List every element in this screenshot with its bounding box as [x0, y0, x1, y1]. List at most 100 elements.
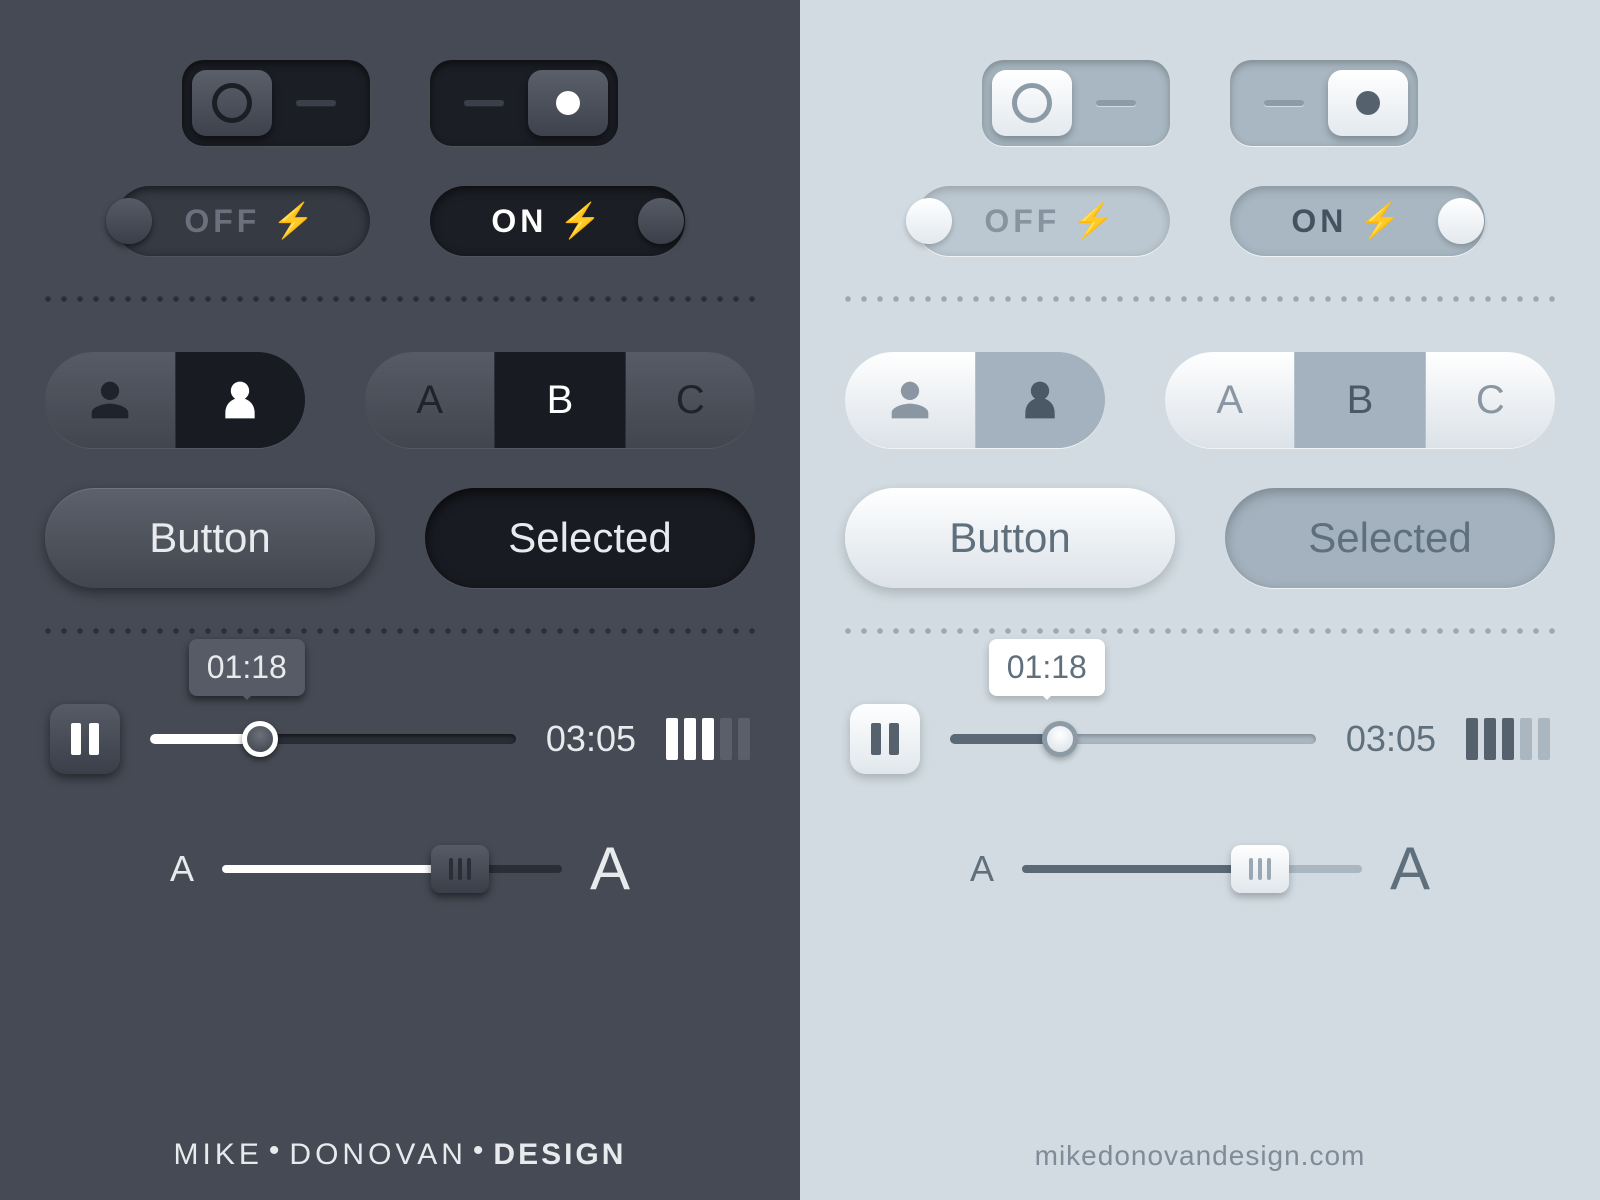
pill-toggle-on[interactable]: ON ⚡ — [1230, 186, 1485, 256]
gender-segment — [845, 352, 1105, 448]
pause-icon — [89, 723, 99, 755]
segment-a[interactable]: A — [365, 352, 495, 448]
button-normal[interactable]: Button — [45, 488, 375, 588]
toggle-ball-icon — [638, 198, 684, 244]
square-toggle-off[interactable] — [182, 60, 370, 146]
button-normal[interactable]: Button — [845, 488, 1175, 588]
square-toggle-on[interactable] — [1230, 60, 1418, 146]
toggle-knob-ring-icon — [192, 70, 272, 136]
abc-segment: A B C — [365, 352, 755, 448]
grip-icon — [467, 858, 471, 880]
gender-segment — [45, 352, 305, 448]
lightning-icon: ⚡ — [1359, 201, 1405, 241]
font-slider-fill — [222, 865, 460, 873]
font-slider-track[interactable] — [222, 865, 562, 873]
grip-icon — [458, 858, 462, 880]
volume-bar-icon — [1538, 718, 1550, 760]
button-selected[interactable]: Selected — [1225, 488, 1555, 588]
brand-part: DESIGN — [493, 1138, 626, 1171]
font-slider-track[interactable] — [1022, 865, 1362, 873]
person-male-icon — [88, 378, 132, 422]
person-female-icon — [218, 378, 262, 422]
on-label: ON — [491, 203, 547, 240]
divider-dots — [40, 296, 760, 302]
toggle-knob-dot-icon — [528, 70, 608, 136]
pill-toggle-off[interactable]: OFF ⚡ — [915, 186, 1170, 256]
font-slider-knob[interactable] — [1231, 845, 1289, 893]
pause-icon — [71, 723, 81, 755]
progress-knob[interactable]: 01:18 — [1042, 721, 1078, 757]
pause-button[interactable] — [850, 704, 920, 774]
light-theme-panel: OFF ⚡ ON ⚡ A B C Button Selected — [800, 0, 1600, 1200]
toggle-ball-icon — [106, 198, 152, 244]
toggle-track-icon — [464, 100, 504, 106]
duration-label: 03:05 — [1346, 718, 1436, 760]
progress-knob[interactable]: 01:18 — [242, 721, 278, 757]
toggle-knob-dot-icon — [1328, 70, 1408, 136]
abc-segment: A B C — [1165, 352, 1555, 448]
pill-toggle-on[interactable]: ON ⚡ — [430, 186, 685, 256]
square-toggle-off[interactable] — [982, 60, 1170, 146]
footer-brand: MIKE•DONOVAN•DESIGN — [0, 1138, 800, 1172]
lightning-icon: ⚡ — [272, 201, 318, 241]
volume-bar-icon — [702, 718, 714, 760]
time-tooltip: 01:18 — [189, 639, 305, 696]
media-scrubber-row: 01:18 03:05 — [40, 704, 760, 774]
pause-icon — [889, 723, 899, 755]
grip-icon — [449, 858, 453, 880]
font-size-slider-row: A A — [840, 834, 1560, 903]
font-min-label: A — [170, 848, 194, 890]
divider-dots — [840, 296, 1560, 302]
segment-b[interactable]: B — [1295, 352, 1425, 448]
brand-part: DONOVAN — [289, 1138, 466, 1171]
pause-button[interactable] — [50, 704, 120, 774]
volume-bar-icon — [720, 718, 732, 760]
footer-url: mikedonovandesign.com — [800, 1140, 1600, 1172]
volume-indicator[interactable] — [666, 718, 750, 760]
volume-bar-icon — [1484, 718, 1496, 760]
segment-b[interactable]: B — [495, 352, 625, 448]
progress-track[interactable]: 01:18 — [950, 734, 1316, 744]
toggle-track-icon — [296, 100, 336, 106]
lightning-icon: ⚡ — [1072, 201, 1118, 241]
dark-theme-panel: OFF ⚡ ON ⚡ A B C Button Selected — [0, 0, 800, 1200]
segment-female[interactable] — [176, 352, 306, 448]
font-slider-knob[interactable] — [431, 845, 489, 893]
volume-bar-icon — [1520, 718, 1532, 760]
divider-dots — [40, 628, 760, 634]
volume-bar-icon — [1466, 718, 1478, 760]
button-selected[interactable]: Selected — [425, 488, 755, 588]
font-min-label: A — [970, 848, 994, 890]
toggle-knob-ring-icon — [992, 70, 1072, 136]
toggle-track-icon — [1096, 100, 1136, 106]
lightning-icon: ⚡ — [559, 201, 605, 241]
font-max-label: A — [1390, 834, 1430, 903]
pill-toggle-off[interactable]: OFF ⚡ — [115, 186, 370, 256]
square-toggle-on[interactable] — [430, 60, 618, 146]
segment-female[interactable] — [976, 352, 1106, 448]
volume-bar-icon — [666, 718, 678, 760]
pause-icon — [871, 723, 881, 755]
volume-bar-icon — [684, 718, 696, 760]
segment-c[interactable]: C — [1426, 352, 1555, 448]
toggle-ball-icon — [906, 198, 952, 244]
media-scrubber-row: 01:18 03:05 — [840, 704, 1560, 774]
volume-bar-icon — [1502, 718, 1514, 760]
person-male-icon — [888, 378, 932, 422]
off-label: OFF — [184, 203, 260, 240]
segment-male[interactable] — [845, 352, 976, 448]
volume-indicator[interactable] — [1466, 718, 1550, 760]
segment-a[interactable]: A — [1165, 352, 1295, 448]
segment-male[interactable] — [45, 352, 176, 448]
grip-icon — [1258, 858, 1262, 880]
grip-icon — [1267, 858, 1271, 880]
time-tooltip: 01:18 — [989, 639, 1105, 696]
volume-bar-icon — [738, 718, 750, 760]
grip-icon — [1249, 858, 1253, 880]
progress-track[interactable]: 01:18 — [150, 734, 516, 744]
segment-c[interactable]: C — [626, 352, 755, 448]
divider-dots — [840, 628, 1560, 634]
person-female-icon — [1018, 378, 1062, 422]
toggle-track-icon — [1264, 100, 1304, 106]
font-size-slider-row: A A — [40, 834, 760, 903]
